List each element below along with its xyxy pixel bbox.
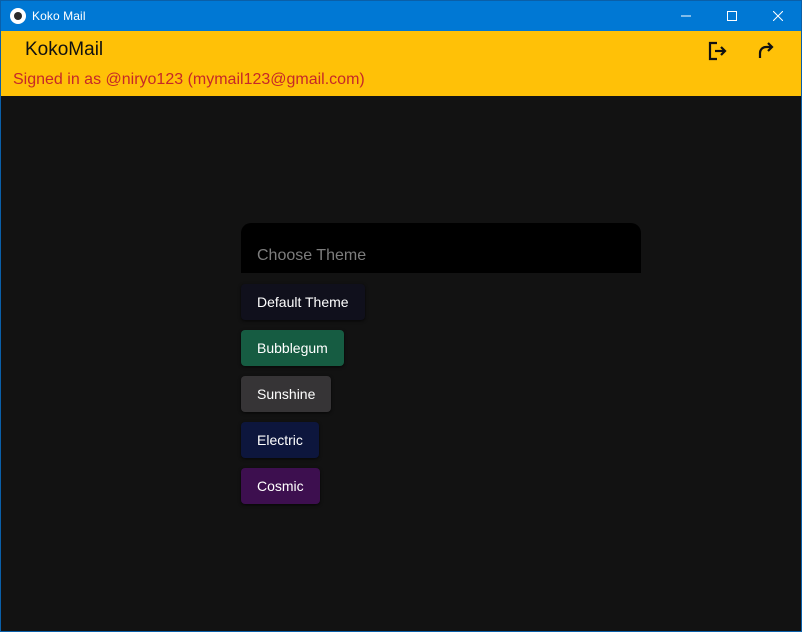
maximize-button[interactable] [709,1,755,31]
window-controls [663,1,801,31]
theme-picker-card: Choose Theme [241,223,641,273]
signed-in-status: Signed in as @niryo123 (mymail123@gmail.… [13,71,365,88]
theme-picker-title: Choose Theme [257,247,367,264]
theme-button-electric[interactable]: Electric [241,422,319,458]
maximize-icon [727,11,737,21]
close-icon [773,11,783,21]
theme-button-cosmic[interactable]: Cosmic [241,468,320,504]
minimize-icon [681,15,691,17]
logout-icon [708,41,727,61]
window-titlebar[interactable]: Koko Mail [1,1,801,31]
main-content: Choose Theme Default Theme Bubblegum Sun… [1,96,801,631]
app-window: Koko Mail KokoMail Signed in as @niryo12… [0,0,802,632]
theme-button-sunshine[interactable]: Sunshine [241,376,332,412]
app-logo-icon [10,8,26,24]
refresh-button[interactable] [751,37,779,65]
close-button[interactable] [755,1,801,31]
theme-button-bubblegum[interactable]: Bubblegum [241,330,344,366]
logout-button[interactable] [703,37,731,65]
theme-button-default[interactable]: Default Theme [241,284,365,320]
app-title: KokoMail [25,39,104,60]
minimize-button[interactable] [663,1,709,31]
refresh-icon [758,42,774,58]
app-header: KokoMail Signed in as @niryo123 (mymail1… [1,31,801,96]
window-title: Koko Mail [32,9,86,23]
